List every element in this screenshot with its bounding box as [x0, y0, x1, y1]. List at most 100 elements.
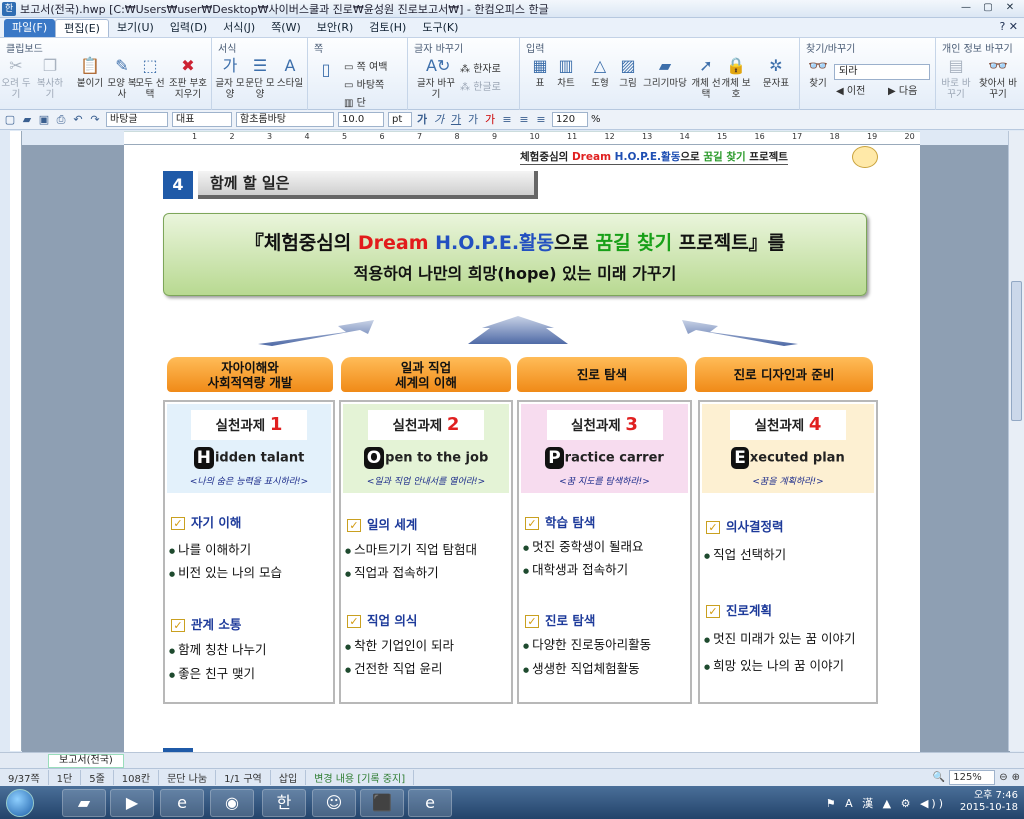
subheading-1: ✓ 학습 탐색 — [525, 512, 595, 531]
close-button[interactable]: ✕ — [1000, 2, 1020, 15]
page-margin-button[interactable]: ▭ 쪽 여백 — [344, 58, 387, 73]
symbol-button[interactable]: ✲ 문자표 — [760, 56, 792, 89]
help-buttons[interactable]: ? ✕ — [999, 20, 1018, 33]
task-number: 4 — [808, 414, 822, 435]
maximize-button[interactable]: ▢ — [978, 2, 998, 15]
column-label: 단 — [356, 98, 366, 109]
undo-icon[interactable]: ↶ — [71, 113, 85, 127]
explorer-icon[interactable]: ▰ — [62, 789, 106, 817]
hwp-taskbar-icon[interactable]: 한 — [262, 789, 306, 817]
picture-button[interactable]: ▨ 그림 — [612, 56, 644, 89]
scroll-thumb[interactable] — [1011, 281, 1022, 421]
align-right-icon[interactable]: ≡ — [534, 113, 548, 127]
menu-file[interactable]: 파일(F) — [4, 18, 56, 37]
button-label: 도형 — [591, 78, 609, 89]
object-protect-button[interactable]: 🔒 개체 보호 — [720, 56, 752, 100]
to-hanja-button[interactable]: ⁂ 한자로 — [460, 60, 501, 75]
find-button[interactable]: 👓 찾기 — [802, 56, 834, 89]
list-item: 멋진 미래가 있는 꿈 이야기 — [704, 628, 855, 647]
char-shape-button[interactable]: 가 글자 모양 — [214, 56, 246, 100]
horizontal-scrollbar[interactable]: 보고서(전국) — [0, 752, 1024, 768]
find-replace-button[interactable]: 👓 찾아서 바꾸기 — [978, 56, 1018, 100]
chrome-icon[interactable]: ◉ — [210, 789, 254, 817]
select-all-button[interactable]: ⬚ 모두 선택 — [134, 56, 166, 100]
ruler-tick: 14 — [679, 132, 690, 141]
zoom-select[interactable]: 125% — [949, 770, 996, 785]
menu-edit[interactable]: 편집(E) — [55, 18, 109, 37]
start-button[interactable] — [6, 789, 34, 817]
font-size-input[interactable]: 10.0 — [338, 112, 384, 127]
save-icon[interactable]: ▣ — [37, 113, 51, 127]
text-color-icon[interactable]: 가 — [466, 113, 480, 127]
clock[interactable]: 오후 7:46 2015-10-18 — [960, 790, 1018, 814]
align-center-icon[interactable]: ≡ — [517, 113, 531, 127]
drawing-button[interactable]: ▰ 그리기마당 — [642, 56, 688, 89]
ie-icon[interactable]: e — [160, 789, 204, 817]
master-page-button[interactable]: ▭ 바탕쪽 — [344, 76, 384, 91]
menu-format[interactable]: 서식(J) — [215, 19, 263, 37]
italic-icon[interactable]: 가 — [432, 113, 446, 127]
menu-view[interactable]: 보기(U) — [109, 19, 162, 37]
underline-icon[interactable]: 가 — [449, 113, 463, 127]
unit-select[interactable]: pt — [388, 112, 412, 127]
paste-button[interactable]: 📋 붙이기 — [74, 56, 106, 89]
clear-codes-button[interactable]: ✖ 조판 부호 지우기 — [168, 56, 208, 100]
zoom-icon[interactable]: 🔍 — [933, 772, 945, 783]
highlight-icon[interactable]: 가 — [483, 113, 497, 127]
object-select-button[interactable]: ➚ 개체 선택 — [690, 56, 722, 100]
hwp-app-icon[interactable]: 한 — [2, 1, 16, 16]
status-bar: 9/37쪽 1단 5줄 108칸 문단 나눔 1/1 구역 삽입 변경 내용 [… — [0, 768, 1024, 786]
align-left-icon[interactable]: ≡ — [500, 113, 514, 127]
bold-icon[interactable]: 가 — [415, 113, 429, 127]
button-label: 바로 바꾸기 — [941, 78, 971, 100]
menu-security[interactable]: 보안(R) — [309, 19, 361, 37]
chart-button[interactable]: ▥ 차트 — [550, 56, 582, 89]
page-button[interactable]: ▯ — [310, 60, 342, 82]
subheading-2: ✓ 진로 탐색 — [525, 610, 595, 629]
messenger-icon[interactable]: ☺ — [312, 789, 356, 817]
arrow-right — [682, 320, 798, 346]
menu-review[interactable]: 검토(H) — [361, 19, 414, 37]
zoom-in-icon[interactable]: ⊕ — [1012, 772, 1020, 783]
horizontal-ruler[interactable]: 1 2 3 4 5 6 7 8 9 10 11 12 13 14 15 16 17 18 19 20 — [124, 131, 920, 145]
open-folder-icon[interactable]: ▰ — [20, 113, 34, 127]
status-track-changes[interactable]: 변경 내용 [기록 중지] — [306, 770, 415, 785]
para-shape-button[interactable]: ☰ 문단 모양 — [244, 56, 276, 100]
lang-select[interactable]: 대표 — [172, 112, 232, 127]
style-select[interactable]: 바탕글 — [106, 112, 168, 127]
pdf-icon[interactable]: ⬛ — [360, 789, 404, 817]
redo-icon[interactable]: ↷ — [88, 113, 102, 127]
status-mode[interactable]: 삽입 — [271, 770, 307, 785]
vertical-ruler[interactable] — [10, 131, 22, 751]
button-label: 스타일 — [276, 78, 304, 89]
zoom-out-icon[interactable]: ⊖ — [999, 772, 1007, 783]
cut-button[interactable]: ✂ 오려 두기 — [0, 56, 32, 100]
copy-button[interactable]: ❐ 복사하기 — [34, 56, 66, 100]
quick-replace-button[interactable]: ▤ 바로 바꾸기 — [940, 56, 972, 100]
media-player-icon[interactable]: ▶ — [110, 789, 154, 817]
menu-insert[interactable]: 입력(D) — [162, 19, 215, 37]
find-next-button[interactable]: ▶ 다음 — [888, 82, 917, 97]
ime-indicator[interactable]: A 漢 — [845, 797, 876, 810]
menu-tools[interactable]: 도구(K) — [414, 19, 466, 37]
column-button[interactable]: ▥ 단 — [344, 94, 366, 109]
zoom-input[interactable]: 120 — [552, 112, 588, 127]
to-hangul-button[interactable]: ⁂ 한글로 — [460, 78, 501, 93]
new-doc-icon[interactable]: ▢ — [3, 113, 17, 127]
find-input[interactable]: 되라 — [834, 64, 930, 80]
hope-word: Open to the job — [343, 447, 509, 469]
find-prev-button[interactable]: ◀ 이전 — [836, 82, 865, 97]
status-page[interactable]: 9/37쪽 — [0, 770, 49, 785]
style-button[interactable]: A 스타일 — [274, 56, 306, 89]
font-select[interactable]: 함초롬바탕 — [236, 112, 334, 127]
char-change-button[interactable]: A↻ 글자 바꾸기 — [416, 56, 456, 100]
minimize-button[interactable]: — — [956, 2, 976, 15]
tray-icons[interactable]: ⚑ A 漢 ▲ ⚙ ◀)) — [826, 795, 946, 811]
menu-page[interactable]: 쪽(W) — [263, 19, 309, 37]
button-label: 표 — [535, 78, 545, 89]
ie2-icon[interactable]: e — [408, 789, 452, 817]
print-icon[interactable]: ⎙ — [54, 113, 68, 127]
vertical-scrollbar[interactable] — [1008, 131, 1024, 751]
ruler-tick: 8 — [454, 132, 460, 141]
document-tab[interactable]: 보고서(전국) — [48, 754, 124, 768]
